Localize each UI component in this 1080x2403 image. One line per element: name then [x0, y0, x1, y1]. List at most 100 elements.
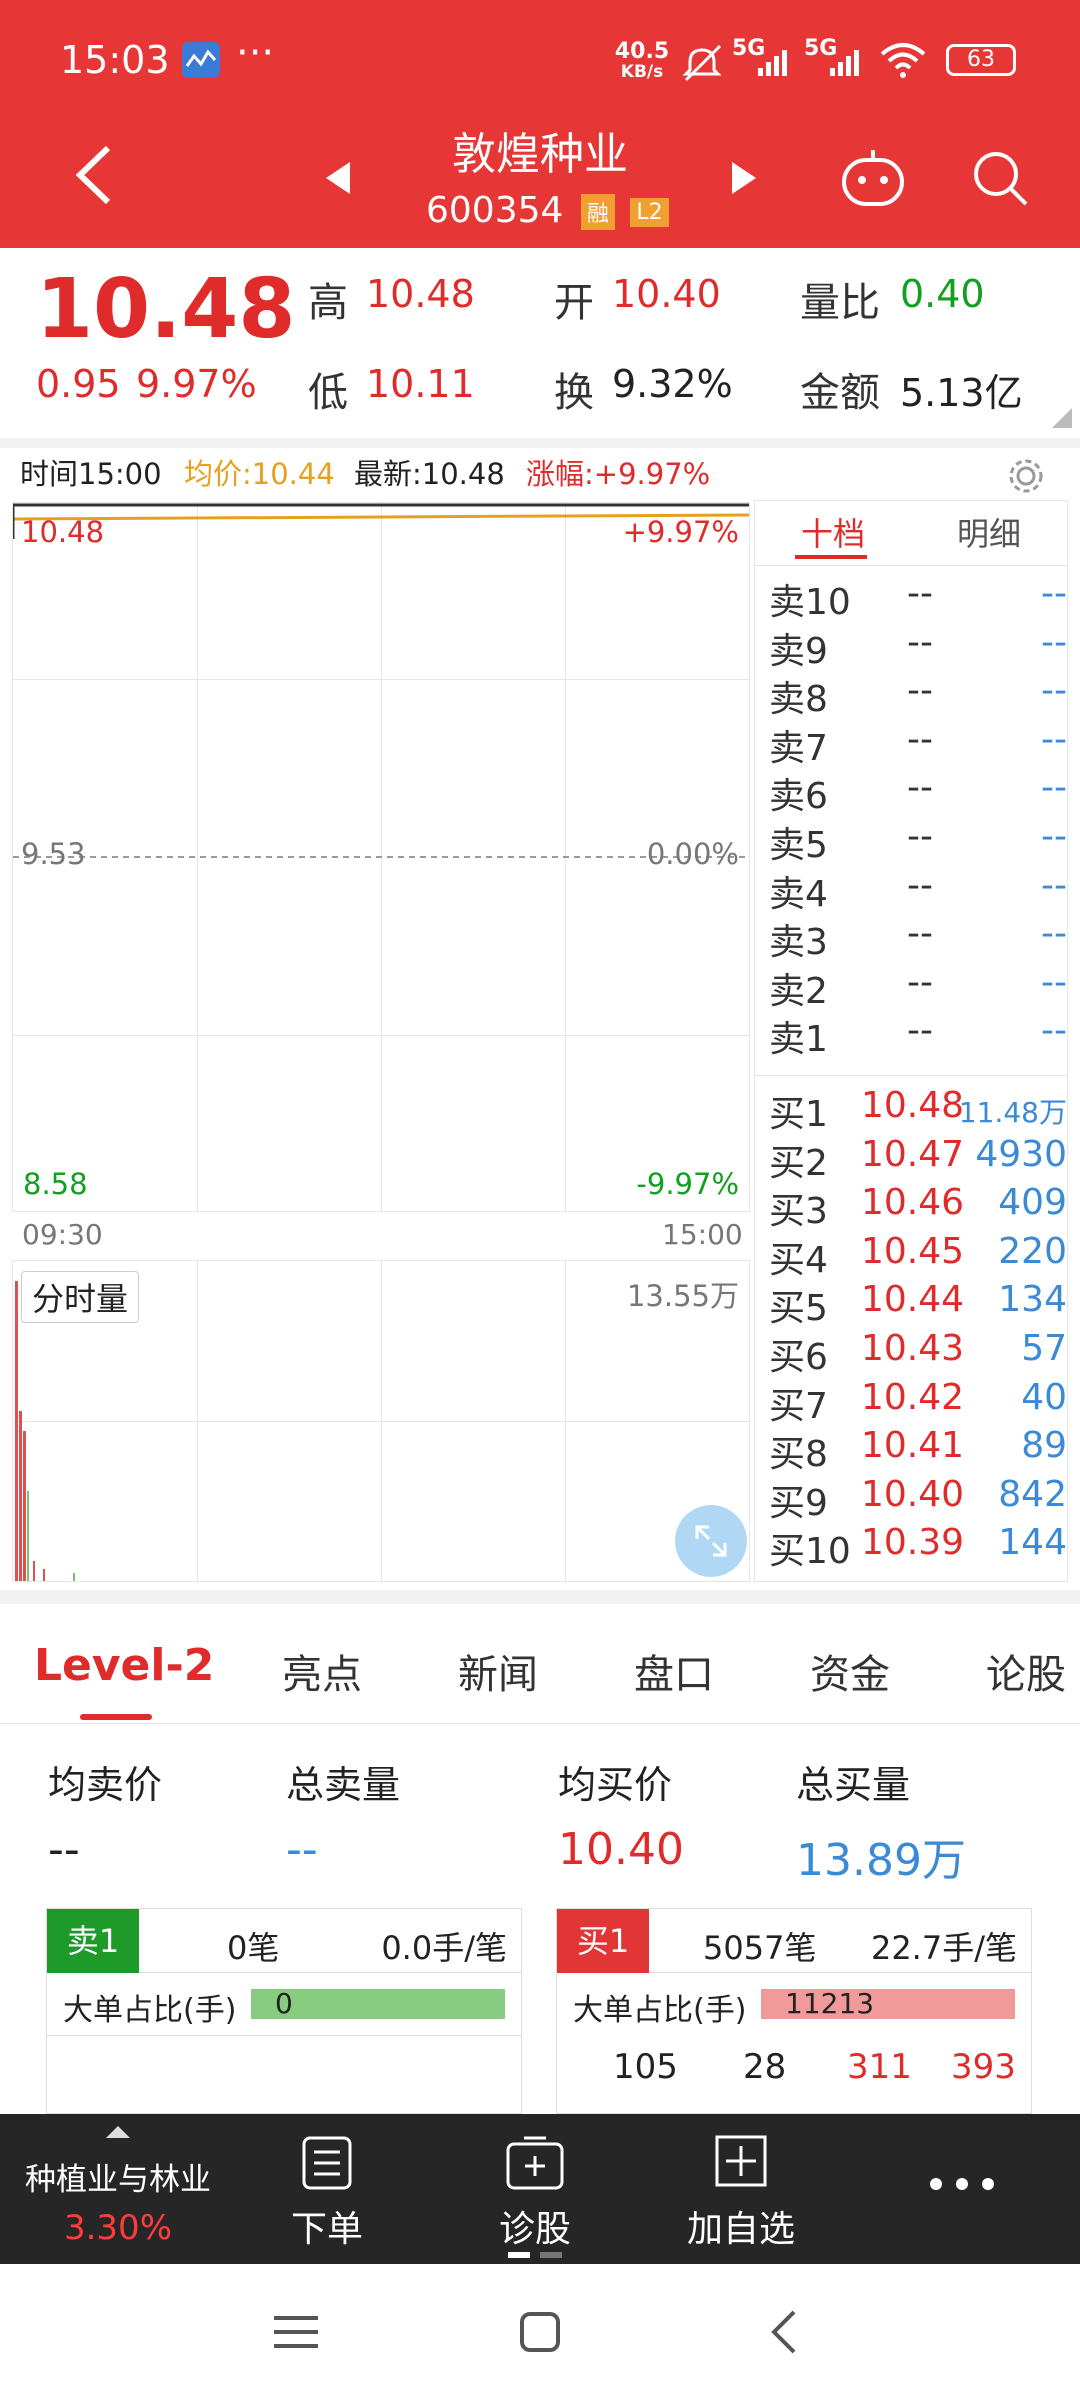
buy-level-row[interactable]: 买6 10.43 57: [769, 1328, 1079, 1378]
buy-level-label: 买3: [769, 1191, 828, 1233]
buy-level-row[interactable]: 买2 10.47 4930: [769, 1134, 1079, 1184]
buy-level-row[interactable]: 买8 10.41 89: [769, 1425, 1079, 1475]
sell-level-volume: --: [1041, 621, 1067, 663]
expand-arrows-icon: [695, 1525, 727, 1557]
caret-up-icon: [106, 2126, 130, 2138]
sell-level-volume: --: [1041, 767, 1067, 809]
sector-button[interactable]: 种植业与林业 3.30%: [0, 2114, 236, 2264]
status-time: 15:03: [60, 38, 170, 82]
time-axis-start: 09:30: [22, 1218, 103, 1251]
sell-level-price: --: [907, 913, 933, 955]
turnover-label: 换: [554, 370, 594, 416]
total-buy-label: 总买量: [796, 1763, 911, 1807]
page-indicator-active: [508, 2252, 530, 2258]
tab-detail[interactable]: 明细: [957, 509, 1021, 555]
sell-level-label: 卖9: [769, 630, 828, 672]
expand-corner-icon[interactable]: [1052, 408, 1072, 428]
intraday-price-chart[interactable]: 10.48 9.53 8.58 +9.97% 0.00% -9.97%: [12, 502, 750, 1212]
intraday-volume-chart[interactable]: 分时量 13.55万: [12, 1260, 750, 1582]
tab-ten-levels[interactable]: 十档: [801, 509, 865, 555]
sell-level-price: --: [907, 670, 933, 712]
sell-level-row[interactable]: 卖7 -- --: [769, 718, 1079, 769]
buy-level-row[interactable]: 买3 10.46 409: [769, 1182, 1079, 1232]
buy-level-row[interactable]: 买10 10.39 144: [769, 1522, 1079, 1572]
tab-discussion[interactable]: 论股: [986, 1642, 1066, 1700]
open-label: 开: [554, 280, 594, 326]
buy-level-volume: 409: [998, 1182, 1067, 1224]
buy1-per-order: 22.7手/笔: [870, 1929, 1017, 1967]
sell-level-label: 卖3: [769, 922, 828, 964]
back-button[interactable]: [64, 140, 124, 210]
net-speed: 40.5 KB/s: [614, 41, 670, 83]
sell-level-volume: --: [1041, 913, 1067, 955]
avg-sell-label: 均卖价: [48, 1763, 163, 1807]
add-watchlist-button[interactable]: 加自选: [676, 2114, 806, 2264]
buy-level-label: 买2: [769, 1142, 828, 1184]
buy-level-row[interactable]: 买7 10.42 40: [769, 1377, 1079, 1427]
more-button[interactable]: [912, 2154, 1012, 2214]
sell-level-row[interactable]: 卖2 -- --: [769, 962, 1079, 1012]
sell-level-price: --: [907, 718, 933, 760]
home-button[interactable]: [510, 2302, 570, 2362]
buy-level-row[interactable]: 买1 10.48 11.48万: [769, 1085, 1079, 1135]
sell-big-ratio-bar: 0: [251, 1989, 505, 2019]
volume-label-box[interactable]: 分时量: [21, 1271, 140, 1323]
volume-bar: [19, 1411, 22, 1581]
sell-level-row[interactable]: 卖3 -- --: [769, 913, 1079, 963]
fullscreen-button[interactable]: [675, 1505, 747, 1577]
sell-level-row[interactable]: 卖6 -- --: [769, 767, 1079, 817]
sell-level-label: 卖5: [769, 825, 828, 866]
sell-level-label: 卖2: [769, 970, 828, 1012]
tab-level2[interactable]: Level-2: [34, 1640, 214, 1691]
chart-info-time: 时间15:00: [20, 457, 162, 491]
price-line-svg: [13, 503, 749, 858]
price-change: 0.95: [36, 362, 121, 406]
total-sell-value: --: [286, 1824, 318, 1875]
buy-level-row[interactable]: 买4 10.45 220: [769, 1230, 1079, 1281]
buy-level-volume: 220: [998, 1230, 1067, 1272]
recent-apps-button[interactable]: [266, 2302, 326, 2362]
triangle-left-icon: [326, 162, 350, 194]
sell-level-label: 卖10: [769, 582, 851, 623]
system-back-button[interactable]: [756, 2302, 816, 2362]
sell-level-row[interactable]: 卖4 -- --: [769, 864, 1079, 915]
sell-level-row[interactable]: 卖5 -- --: [769, 816, 1079, 866]
badge-l2: L2: [630, 197, 669, 227]
buy-level-row[interactable]: 买9 10.40 842: [769, 1473, 1079, 1524]
buy-big-ratio-label: 大单占比(手): [573, 1993, 747, 2028]
diagnose-button[interactable]: 诊股: [470, 2114, 600, 2264]
buy-level-row[interactable]: 买5 10.44 134: [769, 1279, 1079, 1329]
prev-stock-button[interactable]: [320, 158, 360, 198]
tab-handicap[interactable]: 盘口: [634, 1642, 714, 1700]
robot-icon: [842, 150, 904, 206]
order-button[interactable]: 下单: [262, 2114, 392, 2264]
price-axis-mid: 9.53: [21, 837, 86, 871]
chart-settings-button[interactable]: [1006, 456, 1046, 496]
sell-level-volume: --: [1041, 573, 1067, 614]
time-axis-end: 15:00: [662, 1218, 743, 1251]
buy-level-volume: 57: [1021, 1328, 1067, 1369]
sell-level-row[interactable]: 卖10 -- --: [769, 573, 1079, 623]
tab-highlights[interactable]: 亮点: [282, 1642, 362, 1700]
sell-level-volume: --: [1041, 864, 1067, 906]
next-stock-button[interactable]: [722, 158, 762, 198]
sell-level-price: --: [907, 816, 933, 857]
sell-level-row[interactable]: 卖9 -- --: [769, 621, 1079, 672]
low-value: 10.11: [366, 362, 475, 406]
total-sell-label: 总卖量: [286, 1763, 401, 1807]
sell-level-row[interactable]: 卖1 -- --: [769, 1010, 1079, 1060]
section-divider: [0, 1590, 1080, 1604]
menu-lines-icon: [274, 2316, 318, 2348]
volume-bar: [23, 1431, 26, 1581]
volratio-value: 0.40: [900, 272, 985, 316]
search-button[interactable]: [968, 146, 1032, 210]
badge-rong: 融: [580, 194, 615, 230]
stock-title: 敦煌种业: [452, 129, 628, 180]
robot-assistant-button[interactable]: [838, 146, 908, 210]
tab-funds[interactable]: 资金: [810, 1642, 890, 1700]
tab-news[interactable]: 新闻: [458, 1642, 538, 1700]
orderbook-header-divider: [755, 565, 1067, 566]
buy-level-volume: 842: [998, 1473, 1067, 1515]
sell1-header-row: 卖1 0笔 0.0手/笔: [47, 1909, 521, 1973]
sell-level-row[interactable]: 卖8 -- --: [769, 670, 1079, 720]
